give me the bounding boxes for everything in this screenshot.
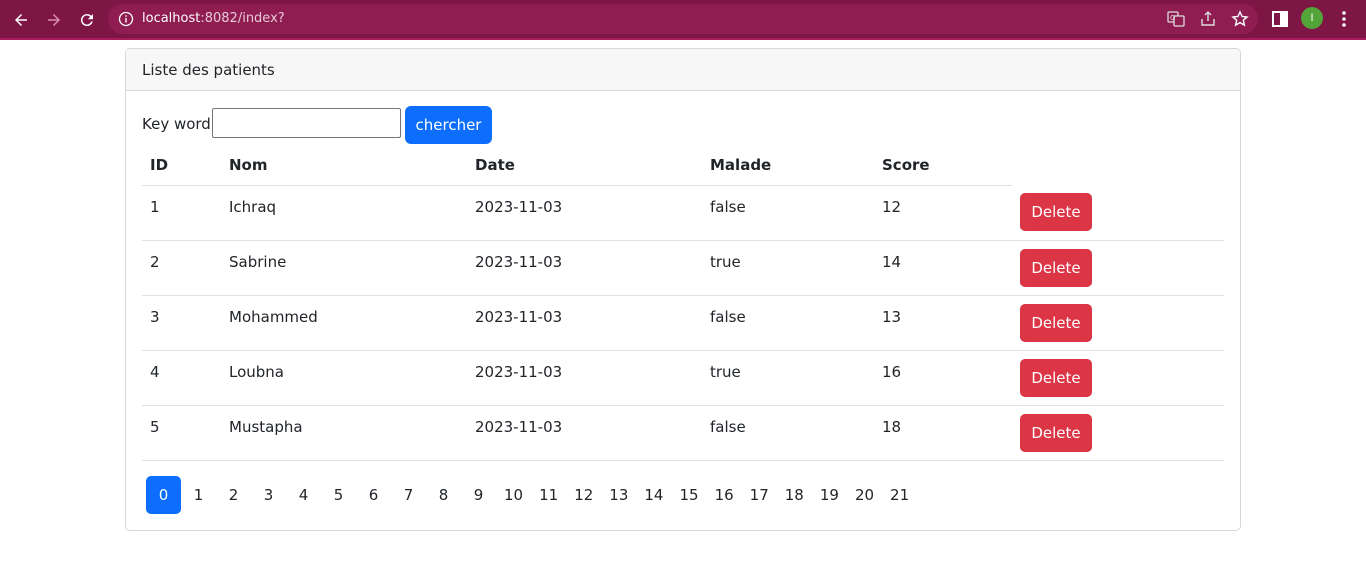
cell-score: 13 — [874, 295, 1012, 351]
info-icon[interactable] — [118, 11, 134, 27]
cell-id: 5 — [142, 405, 221, 461]
delete-button[interactable]: Delete — [1020, 358, 1092, 397]
cell-malade: false — [702, 295, 874, 351]
delete-button[interactable]: Delete — [1020, 248, 1092, 287]
cell-nom: Sabrine — [221, 240, 467, 296]
svg-text:G: G — [1170, 14, 1175, 22]
arrow-left-icon — [15, 14, 27, 26]
arrow-right-icon — [48, 14, 60, 26]
cell-score: 18 — [874, 405, 1012, 461]
cell-nom: Mustapha — [221, 405, 467, 461]
page-link-4[interactable]: 4 — [286, 476, 321, 514]
page-link-21[interactable]: 21 — [882, 476, 917, 514]
table-header-row: ID Nom Date Malade Score — [142, 145, 1224, 186]
table-row: 5 Mustapha 2023-11-03 false 18 Delete — [142, 405, 1224, 461]
page-link-13[interactable]: 13 — [601, 476, 636, 514]
header-malade: Malade — [702, 145, 874, 186]
page-link-20[interactable]: 20 — [847, 476, 882, 514]
browser-toolbar: localhost:8082/index? G I — [0, 0, 1366, 40]
cell-score: 12 — [874, 185, 1012, 241]
cell-actions: Delete — [1012, 185, 1224, 241]
cell-actions: Delete — [1012, 350, 1224, 406]
header-score: Score — [874, 145, 1012, 186]
cell-malade: false — [702, 405, 874, 461]
keyword-label: Key word — [142, 115, 211, 133]
page-link-10[interactable]: 10 — [496, 476, 531, 514]
header-date: Date — [467, 145, 702, 186]
cell-date: 2023-11-03 — [467, 295, 702, 351]
card-header: Liste des patients — [126, 49, 1240, 91]
page-link-1[interactable]: 1 — [181, 476, 216, 514]
delete-button[interactable]: Delete — [1020, 413, 1092, 452]
search-button[interactable]: chercher — [405, 106, 492, 144]
page-link-9[interactable]: 9 — [461, 476, 496, 514]
cell-id: 1 — [142, 185, 221, 241]
pagination: 0 1 2 3 4 5 6 7 8 9 10 11 12 13 14 15 16… — [146, 476, 917, 514]
reload-icon — [80, 14, 93, 27]
patients-card: Liste des patients Key word chercher ID … — [125, 48, 1241, 531]
patients-table: ID Nom Date Malade Score 1 Ichraq 2023-1… — [142, 145, 1224, 461]
cell-date: 2023-11-03 — [467, 350, 702, 406]
page-link-11[interactable]: 11 — [531, 476, 566, 514]
page-link-17[interactable]: 17 — [742, 476, 777, 514]
forward-button[interactable] — [42, 8, 66, 32]
back-button[interactable] — [9, 8, 33, 32]
page-link-19[interactable]: 19 — [812, 476, 847, 514]
profile-avatar[interactable]: I — [1301, 7, 1323, 29]
cell-id: 4 — [142, 350, 221, 406]
cell-id: 3 — [142, 295, 221, 351]
page-link-14[interactable]: 14 — [636, 476, 671, 514]
translate-icon[interactable]: G — [1167, 10, 1185, 28]
cell-score: 16 — [874, 350, 1012, 406]
page-link-16[interactable]: 16 — [707, 476, 742, 514]
cell-nom: Loubna — [221, 350, 467, 406]
page-link-0[interactable]: 0 — [146, 476, 181, 514]
table-row: 4 Loubna 2023-11-03 true 16 Delete — [142, 350, 1224, 406]
cell-id: 2 — [142, 240, 221, 296]
cell-malade: true — [702, 350, 874, 406]
cell-score: 14 — [874, 240, 1012, 296]
side-panel-icon[interactable] — [1270, 9, 1290, 29]
page-link-2[interactable]: 2 — [216, 476, 251, 514]
address-bar[interactable]: localhost:8082/index? G — [108, 4, 1258, 34]
page-link-3[interactable]: 3 — [251, 476, 286, 514]
cell-date: 2023-11-03 — [467, 240, 702, 296]
header-nom: Nom — [221, 145, 467, 186]
page-link-6[interactable]: 6 — [356, 476, 391, 514]
page-link-7[interactable]: 7 — [391, 476, 426, 514]
cell-date: 2023-11-03 — [467, 185, 702, 241]
table-row: 2 Sabrine 2023-11-03 true 14 Delete — [142, 240, 1224, 296]
cell-malade: true — [702, 240, 874, 296]
share-icon[interactable] — [1199, 10, 1217, 28]
cell-actions: Delete — [1012, 295, 1224, 351]
cell-malade: false — [702, 185, 874, 241]
page-link-8[interactable]: 8 — [426, 476, 461, 514]
reload-button[interactable] — [75, 8, 99, 32]
page-link-18[interactable]: 18 — [777, 476, 812, 514]
page-link-12[interactable]: 12 — [566, 476, 601, 514]
card-title: Liste des patients — [142, 61, 275, 79]
page-link-5[interactable]: 5 — [321, 476, 356, 514]
keyword-input[interactable] — [212, 108, 401, 138]
url-text[interactable]: localhost:8082/index? — [142, 11, 285, 26]
menu-dots-icon[interactable] — [1334, 9, 1354, 29]
cell-date: 2023-11-03 — [467, 405, 702, 461]
header-id: ID — [142, 145, 221, 186]
table-row: 1 Ichraq 2023-11-03 false 12 Delete — [142, 185, 1224, 241]
header-actions — [1012, 145, 1224, 185]
delete-button[interactable]: Delete — [1020, 303, 1092, 342]
table-row: 3 Mohammed 2023-11-03 false 13 Delete — [142, 295, 1224, 351]
delete-button[interactable]: Delete — [1020, 193, 1092, 231]
cell-actions: Delete — [1012, 240, 1224, 296]
star-icon[interactable] — [1231, 10, 1249, 28]
page-link-15[interactable]: 15 — [671, 476, 706, 514]
cell-actions: Delete — [1012, 405, 1224, 461]
cell-nom: Mohammed — [221, 295, 467, 351]
cell-nom: Ichraq — [221, 185, 467, 241]
